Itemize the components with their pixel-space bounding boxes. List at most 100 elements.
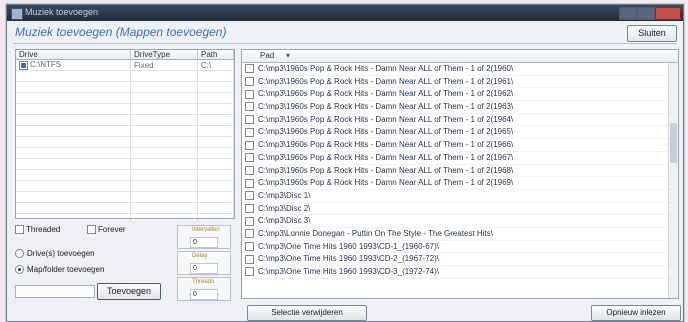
remove-selection-button[interactable]: Selectie verwijderen: [247, 305, 367, 321]
empty-cell: [197, 213, 234, 218]
list-item-label: C:\mp3\1960s Pop & Rock Hits - Damn Near…: [258, 140, 514, 150]
table-row[interactable]: [16, 169, 234, 181]
table-row[interactable]: [16, 147, 234, 159]
list-item[interactable]: C:\mp3\One Time Hits 1960 1993\CD-1_(196…: [242, 241, 678, 254]
empty-cell: [16, 158, 131, 170]
column-header-drive[interactable]: Drive: [16, 50, 131, 60]
empty-cell: [16, 125, 131, 137]
toevoegen-button[interactable]: Toevoegen: [97, 283, 161, 300]
list-item[interactable]: C:\mp3\1960s Pop & Rock Hits - Damn Near…: [242, 76, 678, 89]
table-row[interactable]: [16, 136, 234, 148]
checkbox-icon[interactable]: [245, 191, 254, 201]
checkbox-icon: [15, 225, 24, 235]
vertical-scrollbar[interactable]: [668, 63, 678, 298]
list-item[interactable]: C:\mp3\1960s Pop & Rock Hits - Damn Near…: [242, 114, 678, 127]
list-item-label: C:\mp3\1960s Pop & Rock Hits - Damn Near…: [258, 89, 514, 99]
forever-checkbox[interactable]: Forever: [87, 225, 126, 235]
list-item-label: C:\mp3\Disc 1\: [258, 190, 311, 200]
checkbox-icon[interactable]: [245, 140, 254, 150]
spinner-value[interactable]: 0: [190, 289, 218, 300]
folder-list[interactable]: Pad ▾ C:\mp3\1960s Pop & Rock Hits - Damn…: [241, 49, 679, 299]
close-button[interactable]: [655, 7, 681, 20]
checkbox-icon[interactable]: [245, 216, 254, 226]
checkbox-icon[interactable]: [245, 229, 254, 239]
table-row[interactable]: [16, 81, 234, 93]
list-item[interactable]: C:\mp3\1960s Pop & Rock Hits - Damn Near…: [242, 139, 678, 152]
checkbox-icon[interactable]: [245, 254, 254, 264]
checkbox-icon[interactable]: [245, 77, 254, 87]
list-item[interactable]: C:\mp3\One Time Hits 1960 1993\CD-3_(197…: [242, 266, 678, 279]
list-item[interactable]: C:\mp3\Lonnie Donegan - Puttin On The St…: [242, 228, 678, 241]
path-input[interactable]: [15, 285, 95, 298]
table-row[interactable]: [16, 70, 234, 82]
table-row[interactable]: [16, 180, 234, 192]
threads-spinner[interactable]: Threads 0: [177, 277, 231, 301]
checkbox-icon[interactable]: [19, 60, 28, 70]
drives-grid[interactable]: Drive DriveType Path C:\NTFS Fixed C:\: [15, 49, 235, 219]
table-row[interactable]: [16, 125, 234, 137]
checkbox-icon[interactable]: [245, 64, 254, 74]
divider: [13, 43, 677, 44]
delay-spinner[interactable]: Delay 0: [177, 251, 231, 275]
table-row[interactable]: [16, 92, 234, 104]
list-item-label: C:\mp3\One Time Hits 1960 1993\CD-2_(196…: [258, 254, 439, 264]
table-row[interactable]: [16, 213, 234, 218]
maximize-button[interactable]: [637, 7, 655, 20]
column-header-pad[interactable]: Pad ▾: [242, 50, 678, 63]
table-row[interactable]: [16, 114, 234, 126]
list-item[interactable]: C:\mp3\1960s Pop & Rock Hits - Damn Near…: [242, 63, 678, 76]
reload-button[interactable]: Opnieuw inlezen: [591, 305, 681, 321]
list-item-label: C:\mp3\One Time Hits 1960 1993\CD-1_(196…: [258, 241, 439, 251]
scrollbar-thumb[interactable]: [670, 123, 677, 163]
empty-cell: [130, 169, 198, 181]
drive-cell: C:\NTFS: [16, 59, 131, 71]
sluiten-button[interactable]: Sluiten: [627, 25, 677, 42]
checkbox-icon[interactable]: [245, 242, 254, 252]
list-item[interactable]: C:\mp3\One Time Hits 1960 1993\CD-2_(196…: [242, 253, 678, 266]
list-item[interactable]: C:\mp3\1960s Pop & Rock Hits - Damn Near…: [242, 101, 678, 114]
list-item-label: C:\mp3\Disc 2\: [258, 203, 311, 213]
column-header-drivetype[interactable]: DriveType: [130, 50, 198, 60]
spinner-value[interactable]: 0: [190, 237, 218, 248]
list-item[interactable]: C:\mp3\Disc 3\: [242, 215, 678, 228]
checkbox-icon[interactable]: [245, 178, 254, 188]
empty-cell: [197, 103, 234, 115]
threaded-checkbox[interactable]: Threaded: [15, 225, 60, 235]
list-item[interactable]: C:\mp3\Disc 2\: [242, 203, 678, 216]
empty-cell: [16, 103, 131, 115]
mode-drive-label: Drive(s) toevoegen: [27, 249, 95, 258]
checkbox-icon[interactable]: [245, 203, 254, 213]
checkbox-icon[interactable]: [245, 115, 254, 125]
empty-cell: [130, 180, 198, 192]
table-row[interactable]: [16, 103, 234, 115]
empty-cell: [197, 191, 234, 203]
empty-cell: [16, 169, 131, 181]
list-item[interactable]: C:\mp3\1960s Pop & Rock Hits - Damn Near…: [242, 165, 678, 178]
checkbox-icon[interactable]: [245, 267, 254, 277]
list-item[interactable]: C:\mp3\1960s Pop & Rock Hits - Damn Near…: [242, 152, 678, 165]
column-header-path[interactable]: Path: [197, 50, 234, 60]
list-item[interactable]: C:\mp3\Disc 1\: [242, 190, 678, 203]
spinner-value[interactable]: 0: [190, 263, 218, 274]
empty-cell: [130, 191, 198, 203]
empty-cell: [16, 70, 131, 82]
checkbox-icon[interactable]: [245, 165, 254, 175]
list-item[interactable]: C:\mp3\1960s Pop & Rock Hits - Damn Near…: [242, 177, 678, 190]
checkbox-icon[interactable]: [245, 127, 254, 137]
table-row[interactable]: [16, 202, 234, 214]
minimize-button[interactable]: [619, 7, 637, 20]
empty-cell: [16, 147, 131, 159]
checkbox-icon[interactable]: [245, 89, 254, 99]
checkbox-icon[interactable]: [245, 153, 254, 163]
mode-drive-radio[interactable]: Drive(s) toevoegen: [15, 249, 95, 259]
mode-map-radio[interactable]: Map/folder toevoegen: [15, 265, 104, 275]
empty-cell: [197, 70, 234, 82]
table-row[interactable]: [16, 158, 234, 170]
empty-cell: [197, 158, 234, 170]
list-item[interactable]: C:\mp3\1960s Pop & Rock Hits - Damn Near…: [242, 126, 678, 140]
checkbox-icon[interactable]: [245, 102, 254, 112]
list-item[interactable]: C:\mp3\1960s Pop & Rock Hits - Damn Near…: [242, 88, 678, 102]
interval-spinner[interactable]: Intervallen 0: [177, 225, 231, 249]
table-row[interactable]: [16, 191, 234, 203]
table-row[interactable]: C:\NTFS Fixed C:\: [16, 59, 234, 71]
